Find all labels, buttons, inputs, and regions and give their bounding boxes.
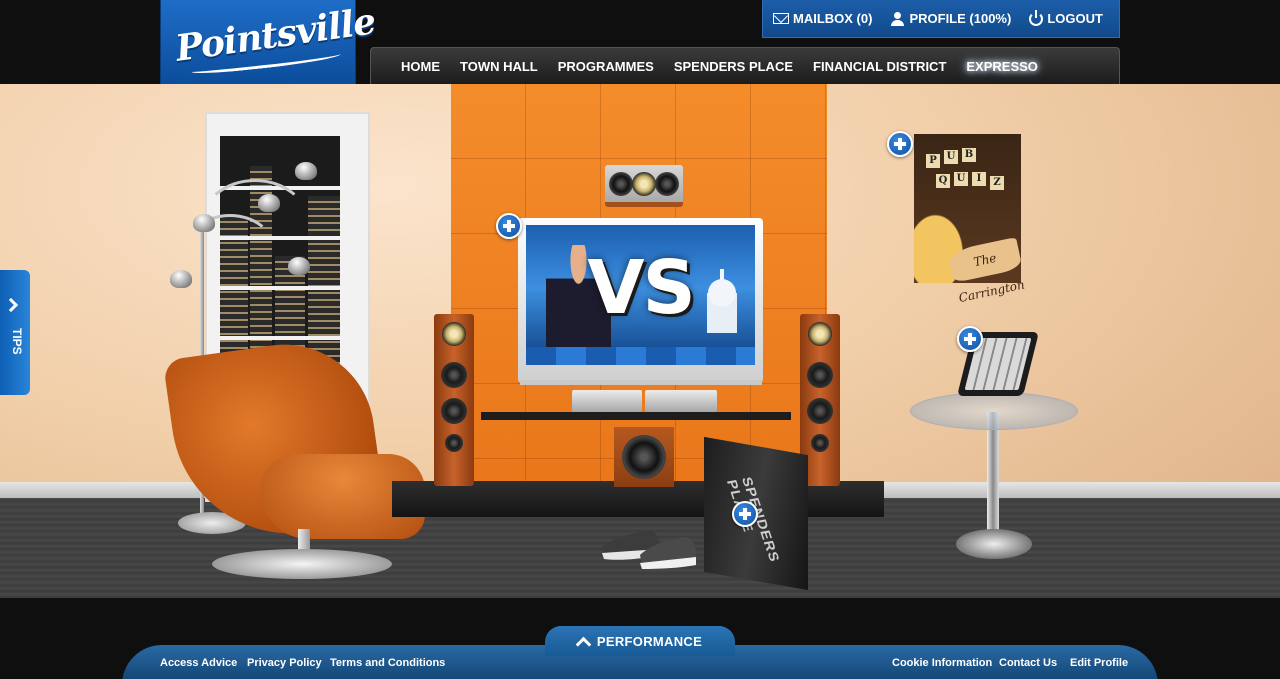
mailbox-link[interactable]: MAILBOX (0) bbox=[773, 11, 872, 26]
television[interactable]: VS bbox=[518, 218, 763, 383]
subwoofer bbox=[614, 427, 674, 487]
tablet-hotspot-plus-icon[interactable] bbox=[957, 326, 983, 352]
tv-screen: VS bbox=[526, 225, 755, 365]
lamp-shade bbox=[288, 257, 310, 275]
profile-label: PROFILE (100%) bbox=[909, 11, 1012, 26]
tips-tab[interactable]: TIPS bbox=[0, 270, 30, 395]
nav-programmes[interactable]: PROGRAMMES bbox=[558, 59, 654, 74]
user-menu: MAILBOX (0) PROFILE (100%) LOGOUT bbox=[762, 0, 1120, 38]
performance-tab[interactable]: PERFORMANCE bbox=[545, 626, 735, 656]
tv-stand-edge bbox=[520, 380, 762, 385]
lamp-shade bbox=[170, 270, 192, 288]
nav-spenders-place[interactable]: SPENDERS PLACE bbox=[674, 59, 793, 74]
poster-brand: The Carrington bbox=[947, 237, 1026, 305]
footer-link-access-advice[interactable]: Access Advice bbox=[160, 657, 237, 669]
footer-link-terms[interactable]: Terms and Conditions bbox=[330, 657, 445, 669]
user-icon bbox=[890, 11, 905, 26]
left-speaker bbox=[434, 314, 474, 486]
lamp-shade bbox=[295, 162, 317, 180]
armchair-base bbox=[212, 549, 392, 579]
profile-link[interactable]: PROFILE (100%) bbox=[890, 11, 1011, 26]
dvd-player bbox=[572, 390, 642, 412]
av-receiver bbox=[645, 390, 717, 412]
chevron-right-icon bbox=[3, 297, 19, 313]
mail-icon bbox=[773, 13, 789, 24]
tv-hotspot-plus-icon[interactable] bbox=[496, 213, 522, 239]
performance-label: PERFORMANCE bbox=[596, 633, 703, 649]
logout-label: LOGOUT bbox=[1047, 11, 1103, 26]
poster-hotspot-plus-icon[interactable] bbox=[887, 131, 913, 157]
side-table bbox=[910, 392, 1078, 430]
trainers bbox=[602, 530, 696, 569]
logout-link[interactable]: LOGOUT bbox=[1029, 9, 1103, 26]
side-table-base bbox=[956, 529, 1032, 559]
tips-label: TIPS bbox=[10, 328, 24, 355]
lamp-shade bbox=[193, 214, 215, 232]
header: Pointsville MAILBOX (0) PROFILE (100%) L… bbox=[0, 0, 1280, 84]
living-room-scene: VS SPENDERS PLACE P U B Q U I Z The Carr… bbox=[0, 84, 1280, 598]
pointsville-logo[interactable]: Pointsville bbox=[160, 0, 378, 84]
mailbox-label: MAILBOX (0) bbox=[793, 11, 873, 26]
center-speaker bbox=[605, 165, 683, 207]
pub-quiz-poster[interactable]: P U B Q U I Z The Carrington bbox=[914, 134, 1026, 305]
footer-link-privacy-policy[interactable]: Privacy Policy bbox=[247, 657, 322, 669]
footer-link-cookie-information[interactable]: Cookie Information bbox=[892, 657, 992, 669]
chevron-up-icon bbox=[575, 636, 592, 652]
nav-town-hall[interactable]: TOWN HALL bbox=[460, 59, 538, 74]
main-nav: HOME TOWN HALL PROGRAMMES SPENDERS PLACE… bbox=[370, 47, 1120, 84]
footer-link-contact-us[interactable]: Contact Us bbox=[999, 657, 1057, 669]
power-icon bbox=[1029, 9, 1044, 26]
side-table-leg bbox=[987, 412, 999, 532]
lamp-shade bbox=[258, 194, 280, 212]
footer-link-edit-profile[interactable]: Edit Profile bbox=[1070, 657, 1128, 669]
bag-hotspot-plus-icon[interactable] bbox=[732, 501, 758, 527]
nav-home[interactable]: HOME bbox=[401, 59, 440, 74]
media-shelf bbox=[481, 412, 791, 420]
nav-expresso[interactable]: EXPRESSO bbox=[966, 59, 1038, 74]
nav-financial-district[interactable]: FINANCIAL DISTRICT bbox=[813, 59, 946, 74]
tv-banner bbox=[526, 347, 755, 365]
tv-vs-text: VS bbox=[587, 245, 696, 331]
